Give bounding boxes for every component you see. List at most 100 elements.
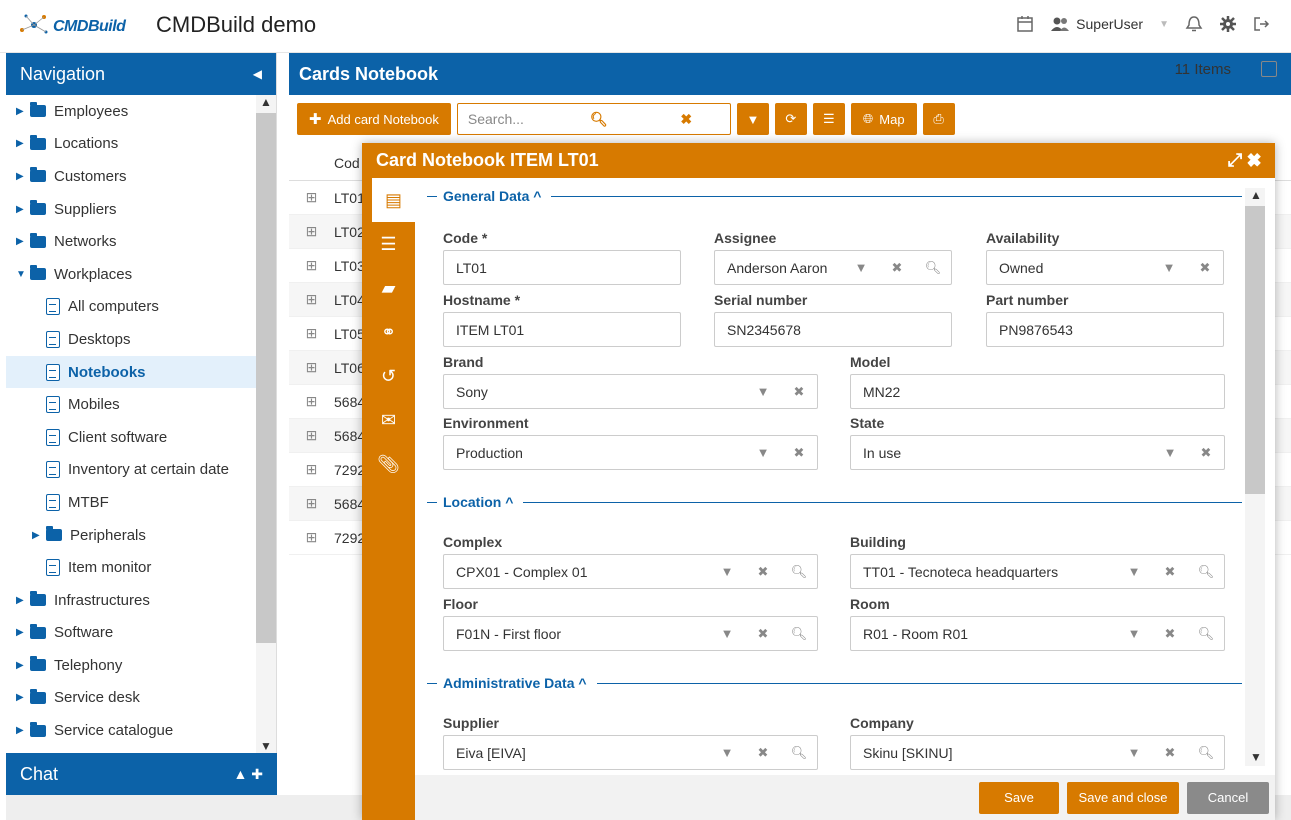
sidebar-item-all-computers[interactable]: All computers — [6, 291, 256, 324]
expand-row-icon[interactable]: ⊞ — [289, 257, 334, 274]
sidebar-item-infrastructures[interactable]: ▶ Infrastructures — [6, 584, 256, 617]
company-select[interactable]: Skinu [SKINU] ▼ ✖ 🔍︎ — [850, 735, 1225, 770]
assignee-select[interactable]: Anderson Aaron ▼ ✖ 🔍︎ — [714, 250, 952, 285]
brand-select[interactable]: Sony ▼ ✖ — [443, 374, 818, 409]
chevron-down-icon[interactable]: ▼ — [1151, 260, 1187, 275]
logout-icon[interactable] — [1253, 15, 1271, 33]
filter-button[interactable]: ▼ — [736, 103, 769, 135]
section-location[interactable]: Location ^ — [427, 492, 1242, 512]
chevron-down-icon[interactable]: ▼ — [1116, 626, 1152, 641]
chevron-down-icon[interactable]: ▼ — [709, 626, 745, 641]
expand-row-icon[interactable]: ⊞ — [289, 495, 334, 512]
sidebar-item-peripherals[interactable]: ▶ Peripherals — [6, 519, 256, 552]
scroll-up-icon[interactable]: ▲ — [1250, 188, 1262, 202]
caret-right-icon[interactable]: ▶ — [16, 138, 26, 149]
section-administrative-data[interactable]: Administrative Data ^ — [427, 673, 1242, 693]
modal-window-controls[interactable]: ⤢ ✖ — [1228, 150, 1261, 171]
save-state-icon[interactable] — [1261, 61, 1277, 77]
chevron-down-icon[interactable]: ▼ — [709, 745, 745, 760]
clear-icon[interactable]: ✖ — [1187, 260, 1223, 276]
hostname-input[interactable]: ITEM LT01 — [443, 312, 681, 347]
scroll-thumb[interactable] — [1245, 206, 1265, 494]
cmdbuild-logo[interactable]: CMDBuild — [16, 10, 146, 42]
model-input[interactable]: MN22 — [850, 374, 1225, 409]
clear-icon[interactable]: ✖ — [1188, 445, 1224, 461]
sidebar-item-workplaces[interactable]: ▼ Workplaces — [6, 258, 256, 291]
section-general-data[interactable]: General Data ^ — [427, 186, 1242, 206]
chevron-down-icon[interactable]: ▼ — [745, 445, 781, 460]
sidebar-item-telephony[interactable]: ▶ Telephony — [6, 649, 256, 682]
user-menu[interactable]: SuperUser ▼ — [1050, 16, 1169, 32]
scroll-thumb[interactable] — [256, 113, 276, 643]
building-select[interactable]: TT01 - Tecnoteca headquarters ▼ ✖ 🔍︎ — [850, 554, 1225, 589]
tab-email[interactable]: ✉ — [362, 398, 415, 442]
search-icon[interactable]: 🔍︎ — [781, 626, 817, 642]
search-icon[interactable]: 🔍︎ — [781, 564, 817, 580]
save-and-close-button[interactable]: Save and close — [1067, 781, 1179, 814]
caret-right-icon[interactable]: ▶ — [16, 725, 26, 736]
add-card-button[interactable]: ✚ Add card Notebook — [297, 103, 451, 135]
chevron-down-icon[interactable]: ▼ — [1116, 745, 1152, 760]
serial-input[interactable]: SN2345678 — [714, 312, 952, 347]
tab-card-details[interactable]: ▤ — [372, 178, 415, 222]
chat-bar[interactable]: Chat ▲ ✚ — [6, 753, 277, 795]
sidebar-item-inventory-at-certain-date[interactable]: Inventory at certain date — [6, 454, 256, 487]
part-input[interactable]: PN9876543 — [986, 312, 1224, 347]
scroll-down-icon[interactable]: ▼ — [260, 739, 272, 753]
caret-right-icon[interactable]: ▶ — [16, 236, 26, 247]
clear-icon[interactable]: ✖ — [1152, 745, 1188, 761]
scroll-up-icon[interactable]: ▲ — [260, 95, 272, 109]
sidebar-item-employees[interactable]: ▶ Employees — [6, 95, 256, 128]
print-button[interactable]: ⎙ — [922, 103, 955, 135]
complex-select[interactable]: CPX01 - Complex 01 ▼ ✖ 🔍︎ — [443, 554, 818, 589]
expand-row-icon[interactable]: ⊞ — [289, 223, 334, 240]
save-button[interactable]: Save — [979, 781, 1059, 814]
expand-row-icon[interactable]: ⊞ — [289, 529, 334, 546]
search-icon[interactable]: 🔍︎ — [555, 111, 642, 128]
room-select[interactable]: R01 - Room R01 ▼ ✖ 🔍︎ — [850, 616, 1225, 651]
sidebar-item-networks[interactable]: ▶ Networks — [6, 225, 256, 258]
expand-row-icon[interactable]: ⊞ — [289, 325, 334, 342]
chevron-down-icon[interactable]: ▼ — [1152, 445, 1188, 460]
gear-icon[interactable] — [1219, 15, 1237, 33]
sidebar-item-software[interactable]: ▶ Software — [6, 617, 256, 650]
state-select[interactable]: In use ▼ ✖ — [850, 435, 1225, 470]
clear-icon[interactable]: ✖ — [781, 445, 817, 461]
supplier-select[interactable]: Eiva [EIVA] ▼ ✖ 🔍︎ — [443, 735, 818, 770]
clear-icon[interactable]: ✖ — [745, 626, 781, 642]
sidebar-item-client-software[interactable]: Client software — [6, 421, 256, 454]
search-icon[interactable]: 🔍︎ — [1188, 564, 1224, 580]
expand-row-icon[interactable]: ⊞ — [289, 427, 334, 444]
chevron-down-icon[interactable]: ▼ — [709, 564, 745, 579]
caret-right-icon[interactable]: ▶ — [16, 660, 26, 671]
scroll-down-icon[interactable]: ▼ — [1250, 750, 1262, 764]
search-icon[interactable]: 🔍︎ — [781, 745, 817, 761]
clear-icon[interactable]: ✖ — [1152, 626, 1188, 642]
clear-search-icon[interactable]: ✖ — [643, 111, 730, 128]
environment-select[interactable]: Production ▼ ✖ — [443, 435, 818, 470]
sidebar-item-mobiles[interactable]: Mobiles — [6, 388, 256, 421]
floor-select[interactable]: F01N - First floor ▼ ✖ 🔍︎ — [443, 616, 818, 651]
sidebar-item-mtbf[interactable]: MTBF — [6, 486, 256, 519]
caret-right-icon[interactable]: ▶ — [16, 595, 26, 606]
chevron-down-icon[interactable]: ▼ — [745, 384, 781, 399]
tab-notes[interactable]: ▰ — [362, 266, 415, 310]
availability-select[interactable]: Owned ▼ ✖ — [986, 250, 1224, 285]
menu-button[interactable]: ☰ — [812, 103, 845, 135]
caret-down-icon[interactable]: ▼ — [16, 269, 26, 280]
expand-row-icon[interactable]: ⊞ — [289, 461, 334, 478]
caret-right-icon[interactable]: ▶ — [16, 106, 26, 117]
map-button[interactable]: 🌐︎ Map — [850, 103, 917, 135]
clear-icon[interactable]: ✖ — [745, 745, 781, 761]
caret-right-icon[interactable]: ▶ — [16, 692, 26, 703]
clear-icon[interactable]: ✖ — [781, 384, 817, 400]
expand-row-icon[interactable]: ⊞ — [289, 393, 334, 410]
tab-relations[interactable]: ⚭ — [362, 310, 415, 354]
sidebar-item-locations[interactable]: ▶ Locations — [6, 128, 256, 161]
caret-right-icon[interactable]: ▶ — [16, 627, 26, 638]
search-input[interactable]: Search... 🔍︎ ✖ — [456, 103, 731, 135]
clear-icon[interactable]: ✖ — [745, 564, 781, 580]
form-scrollbar[interactable]: ▲ ▼ — [1245, 188, 1265, 766]
search-icon[interactable]: 🔍︎ — [1188, 626, 1224, 642]
column-code-header[interactable]: Cod — [334, 155, 360, 171]
